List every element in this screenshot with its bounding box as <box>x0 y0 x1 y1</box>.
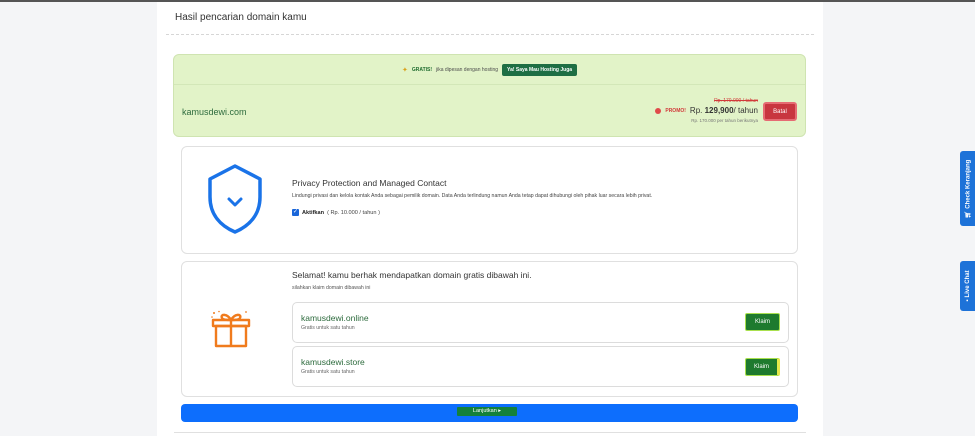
free-domain-card: Selamat! kamu berhak mendapatkan domain … <box>181 261 798 397</box>
check-cart-tab[interactable]: 🛒︎ Check Keranjang <box>960 151 975 226</box>
free-domain-name: kamusdewi.store <box>301 357 365 367</box>
free-domain-note: Gratis untuk satu tahun <box>301 325 355 331</box>
price-suffix: / tahun <box>733 106 758 115</box>
renewal-price: Rp. 170.000 per tahun berikutnya <box>691 118 758 123</box>
privacy-description: Lindungi privasi dan kelola kontak Anda … <box>292 193 653 199</box>
free-domain-item: kamusdewi.online Gratis untuk satu tahun… <box>292 302 789 343</box>
check-cart-label: Check Keranjang <box>964 159 971 209</box>
gratis-label: GRATIS! <box>411 67 433 73</box>
free-domain-note: Gratis untuk satu tahun <box>301 369 355 375</box>
old-price: Rp. 170.000 / tahun <box>714 98 758 104</box>
privacy-protection-card: Privacy Protection and Managed Contact L… <box>181 146 798 254</box>
claim-button[interactable]: Klaim <box>745 358 780 376</box>
claim-button[interactable]: Klaim <box>745 313 780 331</box>
gift-icon <box>211 310 251 348</box>
promo-icon <box>655 107 662 114</box>
free-domain-item: kamusdewi.store Gratis untuk satu tahun … <box>292 346 789 387</box>
checkbox-price: ( Rp. 10.000 / tahun ) <box>327 209 380 216</box>
promo-label: PROMO! <box>665 107 686 114</box>
cart-icon: 🛒︎ <box>965 210 971 218</box>
divider <box>166 34 814 35</box>
checkbox-label: Aktifkan <box>302 209 325 216</box>
add-hosting-button[interactable]: Ya! Saya Mau Hosting Juga <box>502 64 578 76</box>
live-chat-label: Live Chat <box>964 270 971 298</box>
privacy-checkbox-row[interactable]: ✓ Aktifkan ( Rp. 10.000 / tahun ) <box>292 209 380 216</box>
continue-button[interactable]: Lanjutkan ▸ <box>181 404 798 422</box>
domain-result: ✦ GRATIS! jika dipesan dengan hosting Ya… <box>173 54 806 137</box>
price: Rp. 129,900/ tahun <box>690 106 758 115</box>
chat-icon: ▪ <box>964 299 971 302</box>
checkbox-checked-icon[interactable]: ✓ <box>292 209 299 216</box>
price-prefix: Rp. <box>689 106 703 115</box>
free-domain-subtitle: silahkan klaim domain dibawah ini <box>292 285 371 291</box>
divider <box>174 432 806 433</box>
continue-label[interactable]: Lanjutkan ▸ <box>457 407 517 416</box>
promo-text: jika dipesan dengan hosting <box>436 67 499 73</box>
divider <box>174 84 805 85</box>
star-sparkle-icon: ✦ <box>401 67 408 74</box>
hosting-promo-banner: ✦ GRATIS! jika dipesan dengan hosting Ya… <box>174 64 805 76</box>
price-block: Rp. 170.000 / tahun PROMO! Rp. 129,900/ … <box>655 98 758 123</box>
live-chat-tab[interactable]: ▪ Live Chat <box>960 261 975 311</box>
free-domain-title: Selamat! kamu berhak mendapatkan domain … <box>292 270 532 280</box>
domain-name: kamusdewi.com <box>182 107 247 117</box>
free-domain-name: kamusdewi.online <box>301 313 369 323</box>
page-title: Hasil pencarian domain kamu <box>175 12 307 23</box>
cancel-button[interactable]: Batal <box>763 102 797 121</box>
privacy-title: Privacy Protection and Managed Contact <box>292 178 447 188</box>
shield-check-icon <box>208 164 262 234</box>
price-value: 129,900 <box>704 106 734 115</box>
